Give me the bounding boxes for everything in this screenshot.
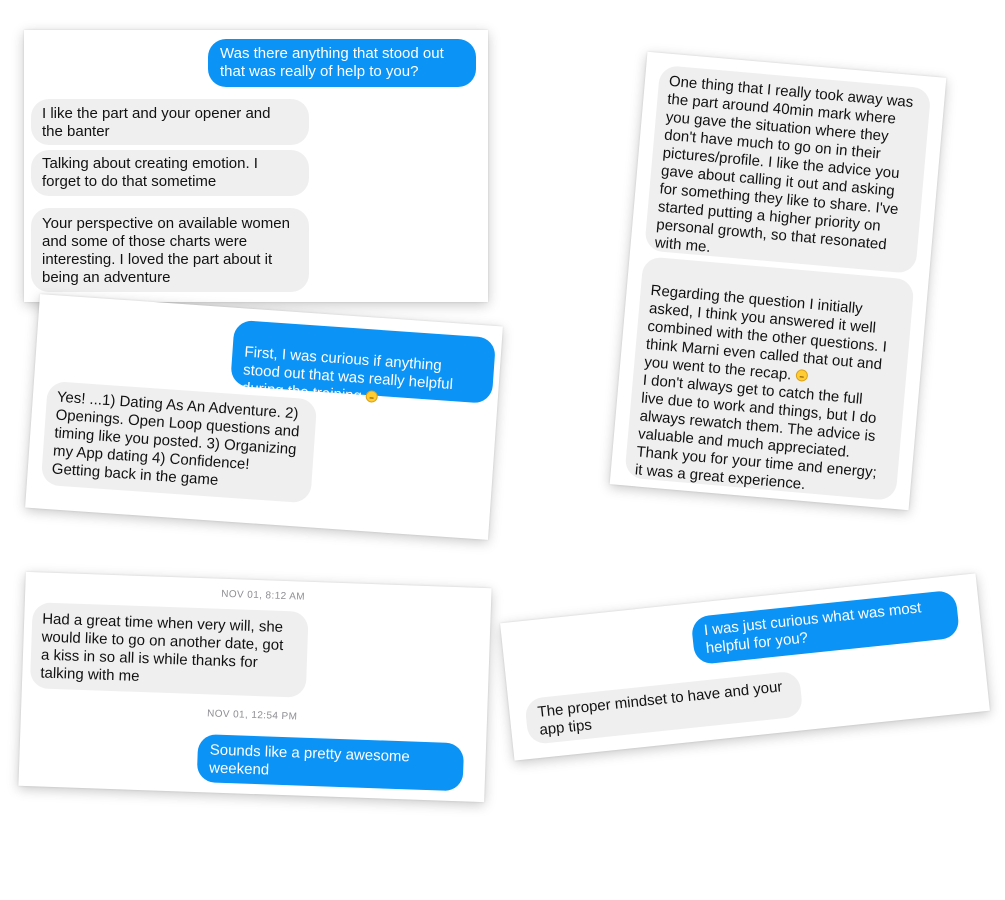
outgoing-message: Sounds like a pretty awesome weekend: [196, 734, 465, 792]
incoming-message: Talking about creating emotion. I forget…: [31, 150, 309, 196]
smiling-face-icon: [365, 390, 379, 403]
message-text: Regarding the question I initially asked…: [643, 281, 888, 384]
chat-card-4: NOV 01, 8:12 AM Had a great time when ve…: [18, 571, 492, 803]
timestamp: NOV 01, 8:12 AM: [221, 588, 306, 603]
incoming-message: The proper mindset to have and your app …: [524, 670, 804, 746]
incoming-message: Yes! ...1) Dating As An Adventure. 2) Op…: [40, 380, 318, 504]
outgoing-message: Was there anything that stood out that w…: [208, 39, 476, 87]
chat-card-1: Was there anything that stood out that w…: [24, 30, 488, 302]
message-text: First, I was curious if anything stood o…: [241, 343, 454, 405]
incoming-message: Had a great time when very will, she wou…: [29, 602, 309, 698]
message-text: I don't always get to catch the full liv…: [634, 371, 878, 494]
chat-card-3: One thing that I really took away was th…: [609, 51, 947, 511]
outgoing-message: First, I was curious if anything stood o…: [230, 319, 497, 405]
outgoing-message: I was just curious what was most helpful…: [690, 589, 961, 666]
timestamp: NOV 01, 12:54 PM: [206, 708, 298, 723]
chat-card-2: First, I was curious if anything stood o…: [25, 294, 503, 540]
smiling-face-icon: [794, 368, 808, 382]
incoming-message: One thing that I really took away was th…: [644, 64, 932, 274]
incoming-message: Your perspective on available women and …: [31, 208, 309, 292]
incoming-message: I like the part and your opener and the …: [31, 99, 309, 145]
chat-card-5: I was just curious what was most helpful…: [500, 573, 990, 761]
incoming-message: Regarding the question I initially asked…: [624, 256, 915, 502]
